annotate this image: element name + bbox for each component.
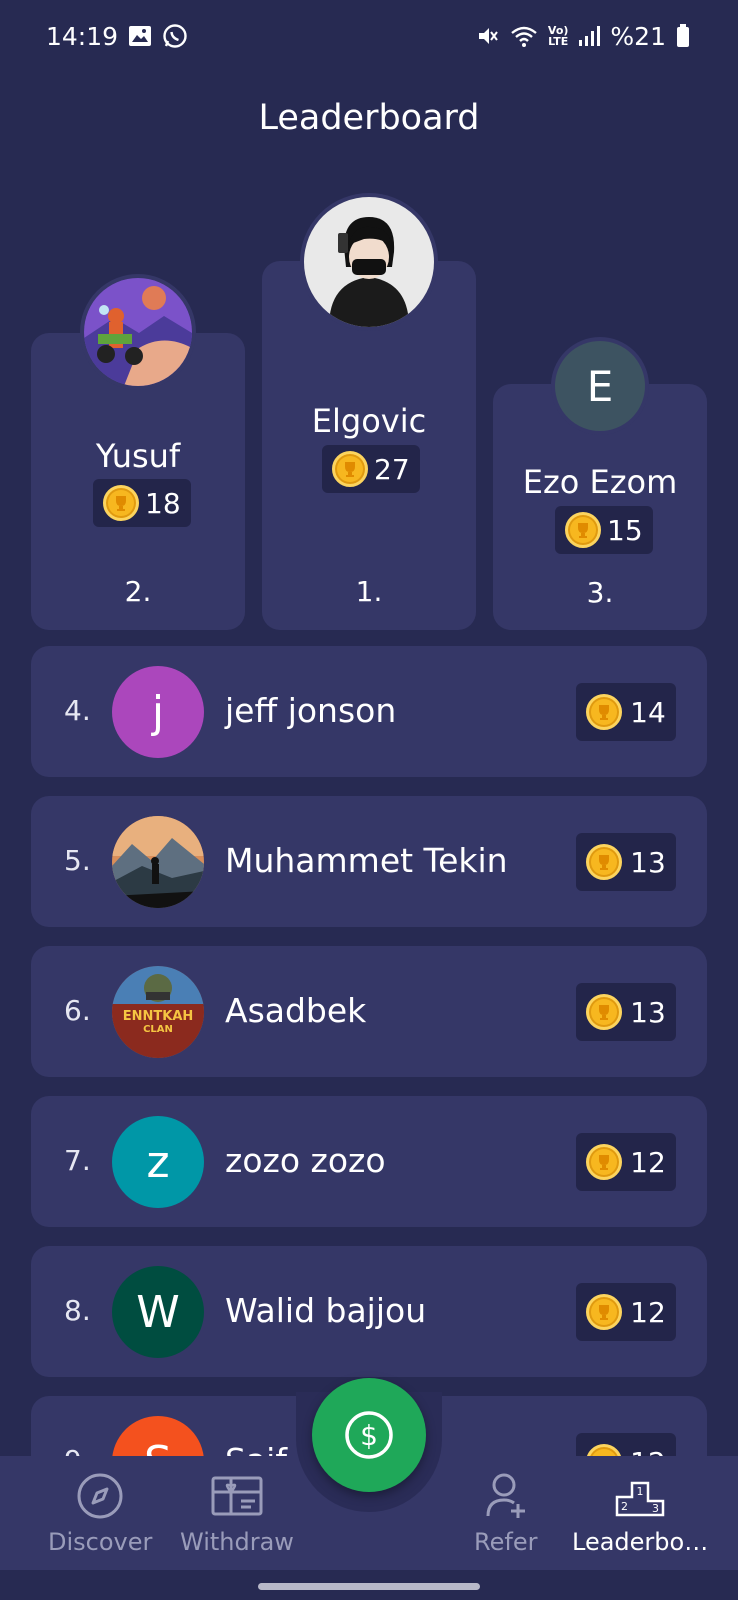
trophy-icon xyxy=(586,694,623,730)
score-badge: 12 xyxy=(576,1283,676,1341)
nav-label: Withdraw xyxy=(180,1528,294,1556)
avatar-letter: j xyxy=(151,686,165,738)
dollar-symbol: $ xyxy=(360,1419,378,1452)
rank-number: 5. xyxy=(64,844,91,877)
rank-number: 7. xyxy=(64,1144,91,1177)
dollar-icon: $ xyxy=(345,1411,393,1459)
battery-icon xyxy=(676,24,690,48)
nav-discover[interactable]: Discover xyxy=(48,1470,152,1556)
podium-name: Ezo Ezom xyxy=(522,463,678,501)
list-item[interactable]: 5. Muhammet Tekin 13 xyxy=(31,796,707,927)
avatar-text: CLAN xyxy=(143,1024,173,1035)
user-name: jeff jonson xyxy=(225,691,397,730)
trophy-icon xyxy=(586,1144,623,1180)
avatar: ENNTKAH CLAN xyxy=(112,966,204,1058)
home-indicator[interactable] xyxy=(258,1583,480,1590)
score-value: 12 xyxy=(630,1446,666,1457)
signal-icon xyxy=(578,25,601,47)
user-name: Asadbek xyxy=(225,991,367,1030)
score-value: 13 xyxy=(630,995,666,1029)
score-badge: 27 xyxy=(322,445,420,493)
compass-icon xyxy=(76,1470,124,1522)
rank-number: 4. xyxy=(64,694,91,727)
avatar-letter: W xyxy=(136,1286,180,1338)
earn-fab-button[interactable]: $ xyxy=(312,1378,426,1492)
score-value: 13 xyxy=(630,845,666,879)
wifi-icon xyxy=(510,24,538,48)
user-name: Walid bajjou xyxy=(225,1291,427,1330)
nav-label: Leaderbo… xyxy=(572,1528,709,1556)
score-badge: 14 xyxy=(576,683,676,741)
volte-icon: Vo) LTE xyxy=(548,25,569,47)
avatar-letter: E xyxy=(586,361,614,411)
trophy-icon xyxy=(586,844,623,880)
podium-icon: 12 3 xyxy=(615,1470,665,1522)
score-badge: 12 xyxy=(576,1133,676,1191)
volte-label-bottom: LTE xyxy=(548,35,569,48)
podium-rank: 3. xyxy=(586,576,614,609)
score-value: 18 xyxy=(145,486,181,520)
score-value: 12 xyxy=(630,1295,666,1329)
score-value: 27 xyxy=(374,452,410,486)
whatsapp-icon xyxy=(162,23,188,49)
nav-refer[interactable]: Refer xyxy=(474,1470,537,1556)
rank-number: 6. xyxy=(64,994,91,1027)
list-item[interactable]: 8. W Walid bajjou 12 xyxy=(31,1246,707,1377)
score-badge: 13 xyxy=(576,983,676,1041)
avatar xyxy=(112,816,204,908)
list-item[interactable]: 7. z zozo zozo 12 xyxy=(31,1096,707,1227)
score-badge: 12 xyxy=(576,1433,676,1456)
avatar: S xyxy=(112,1416,204,1456)
score-value: 12 xyxy=(630,1145,666,1179)
avatar[interactable] xyxy=(80,274,196,390)
avatar-text: ENNTKAH xyxy=(122,1009,194,1024)
nav-label: Discover xyxy=(48,1528,153,1556)
podium-rank: 2. xyxy=(124,575,152,608)
page-title: Leaderboard xyxy=(258,98,480,138)
avatar-letter: z xyxy=(146,1136,170,1188)
avatar: W xyxy=(112,1266,204,1358)
gift-card-icon xyxy=(211,1470,263,1522)
trophy-icon xyxy=(565,512,601,548)
svg-text:3: 3 xyxy=(652,1502,659,1515)
battery-percent: %21 xyxy=(610,21,666,51)
score-value: 14 xyxy=(630,695,666,729)
nav-leaderboard[interactable]: 12 3 Leaderbo… xyxy=(572,1470,708,1556)
trophy-icon xyxy=(586,994,623,1030)
nav-label: Refer xyxy=(474,1528,538,1556)
nav-withdraw[interactable]: Withdraw xyxy=(180,1470,294,1556)
mute-icon xyxy=(476,24,500,48)
avatar: z xyxy=(112,1116,204,1208)
rank-number: 9. xyxy=(64,1444,91,1456)
svg-text:1: 1 xyxy=(637,1485,644,1498)
podium-rank: 1. xyxy=(355,575,383,608)
score-badge: 15 xyxy=(555,506,653,554)
status-bar: 14:19 Vo) LTE %21 xyxy=(0,0,738,72)
svg-text:2: 2 xyxy=(621,1500,628,1513)
podium-name: Elgovic xyxy=(311,402,427,440)
score-badge: 18 xyxy=(93,479,191,527)
avatar: j xyxy=(112,666,204,758)
clock: 14:19 xyxy=(46,21,119,51)
gallery-icon xyxy=(128,25,152,47)
user-name: Muhammet Tekin xyxy=(225,841,508,880)
rank-number: 8. xyxy=(64,1294,91,1327)
avatar-letter: S xyxy=(144,1437,172,1457)
score-value: 15 xyxy=(607,513,643,547)
podium-name: Yusuf xyxy=(95,437,181,475)
list-item[interactable]: 4. j jeff jonson 14 xyxy=(31,646,707,777)
add-user-icon xyxy=(484,1470,528,1522)
score-badge: 13 xyxy=(576,833,676,891)
trophy-icon xyxy=(103,485,139,521)
user-name: zozo zozo xyxy=(225,1141,386,1180)
list-item[interactable]: 6. ENNTKAH CLAN Asadbek 13 xyxy=(31,946,707,1077)
trophy-icon xyxy=(586,1444,623,1456)
trophy-icon xyxy=(332,451,368,487)
trophy-icon xyxy=(586,1294,623,1330)
avatar[interactable] xyxy=(300,193,438,331)
avatar[interactable]: E xyxy=(551,337,649,435)
